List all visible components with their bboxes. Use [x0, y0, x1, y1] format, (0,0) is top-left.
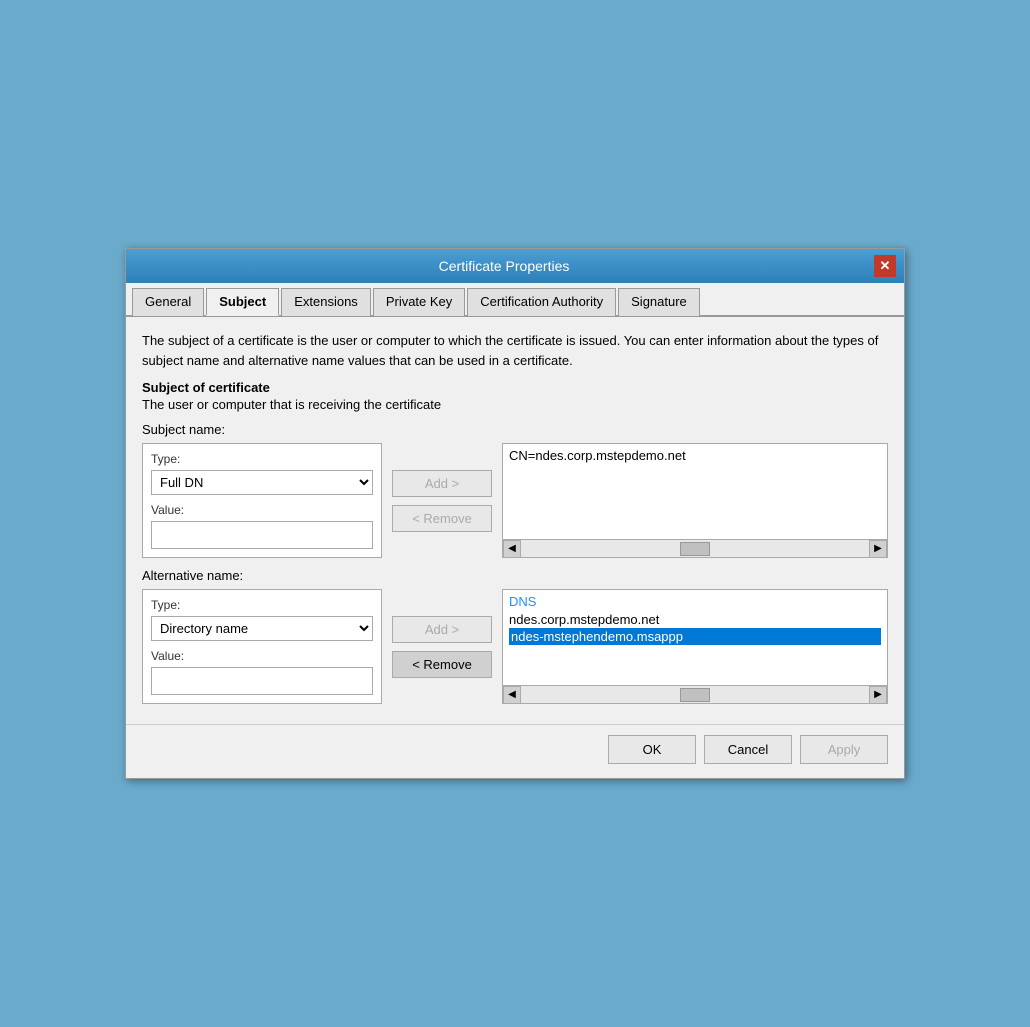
- subject-name-label: Subject name:: [142, 422, 888, 437]
- subject-remove-button[interactable]: < Remove: [392, 505, 492, 532]
- alt-remove-button[interactable]: < Remove: [392, 651, 492, 678]
- scroll-left-arrow[interactable]: ◀: [503, 540, 521, 558]
- scroll-right-arrow[interactable]: ▶: [869, 540, 887, 558]
- subject-add-button[interactable]: Add >: [392, 470, 492, 497]
- alt-scroll-right-arrow[interactable]: ▶: [869, 686, 887, 704]
- alt-dns-header: DNS: [509, 594, 881, 609]
- alt-add-button[interactable]: Add >: [392, 616, 492, 643]
- tab-subject[interactable]: Subject: [206, 288, 279, 316]
- subject-type-dropdown[interactable]: Full DN: [151, 470, 373, 495]
- subject-value-label: Value:: [151, 503, 373, 517]
- alt-dns-entry2[interactable]: ndes-mstephendemo.msappp: [509, 628, 881, 645]
- alt-scroll-track[interactable]: [521, 686, 869, 703]
- alt-scroll-thumb: [680, 688, 710, 702]
- subject-right-panel: CN=ndes.corp.mstepdemo.net ◀ ▶: [502, 443, 888, 558]
- alternative-name-area: Type: Directory name Value: Add > < Remo…: [142, 589, 888, 704]
- subject-type-label: Type:: [151, 452, 373, 466]
- subject-scrollbar: ◀ ▶: [503, 539, 887, 557]
- alt-scrollbar: ◀ ▶: [503, 685, 887, 703]
- alt-right-content: DNS ndes.corp.mstepdemo.net ndes-mstephe…: [503, 590, 887, 685]
- tab-extensions[interactable]: Extensions: [281, 288, 371, 316]
- alt-left-panel: Type: Directory name Value:: [142, 589, 382, 704]
- alt-dns-entry1[interactable]: ndes.corp.mstepdemo.net: [509, 611, 881, 628]
- subject-name-area: Type: Full DN Value: Add > < Remove CN=n…: [142, 443, 888, 558]
- alt-middle-panel: Add > < Remove: [392, 589, 492, 704]
- subject-cn-value: CN=ndes.corp.mstepdemo.net: [509, 448, 881, 463]
- subject-right-content: CN=ndes.corp.mstepdemo.net: [503, 444, 887, 539]
- tab-private-key[interactable]: Private Key: [373, 288, 465, 316]
- subject-cert-header: Subject of certificate: [142, 380, 888, 395]
- description-text: The subject of a certificate is the user…: [142, 331, 888, 370]
- subject-cert-sub: The user or computer that is receiving t…: [142, 397, 888, 412]
- ok-button[interactable]: OK: [608, 735, 696, 764]
- apply-button[interactable]: Apply: [800, 735, 888, 764]
- certificate-properties-dialog: Certificate Properties ✕ General Subject…: [125, 248, 905, 779]
- close-button[interactable]: ✕: [874, 255, 896, 277]
- subject-value-input[interactable]: [151, 521, 373, 549]
- tab-general[interactable]: General: [132, 288, 204, 316]
- alt-scroll-left-arrow[interactable]: ◀: [503, 686, 521, 704]
- alternative-name-label: Alternative name:: [142, 568, 888, 583]
- dialog-footer: OK Cancel Apply: [126, 724, 904, 778]
- tab-signature[interactable]: Signature: [618, 288, 700, 316]
- alt-type-dropdown[interactable]: Directory name: [151, 616, 373, 641]
- subject-middle-panel: Add > < Remove: [392, 443, 492, 558]
- tab-content: The subject of a certificate is the user…: [126, 317, 904, 724]
- subject-left-panel: Type: Full DN Value:: [142, 443, 382, 558]
- alt-value-input[interactable]: [151, 667, 373, 695]
- cancel-button[interactable]: Cancel: [704, 735, 792, 764]
- tab-bar: General Subject Extensions Private Key C…: [126, 283, 904, 317]
- alt-value-label: Value:: [151, 649, 373, 663]
- dialog-title: Certificate Properties: [134, 258, 874, 274]
- scroll-thumb: [680, 542, 710, 556]
- tab-certification-authority[interactable]: Certification Authority: [467, 288, 616, 316]
- alt-type-label: Type:: [151, 598, 373, 612]
- alt-right-panel: DNS ndes.corp.mstepdemo.net ndes-mstephe…: [502, 589, 888, 704]
- scroll-track[interactable]: [521, 540, 869, 557]
- title-bar: Certificate Properties ✕: [126, 249, 904, 283]
